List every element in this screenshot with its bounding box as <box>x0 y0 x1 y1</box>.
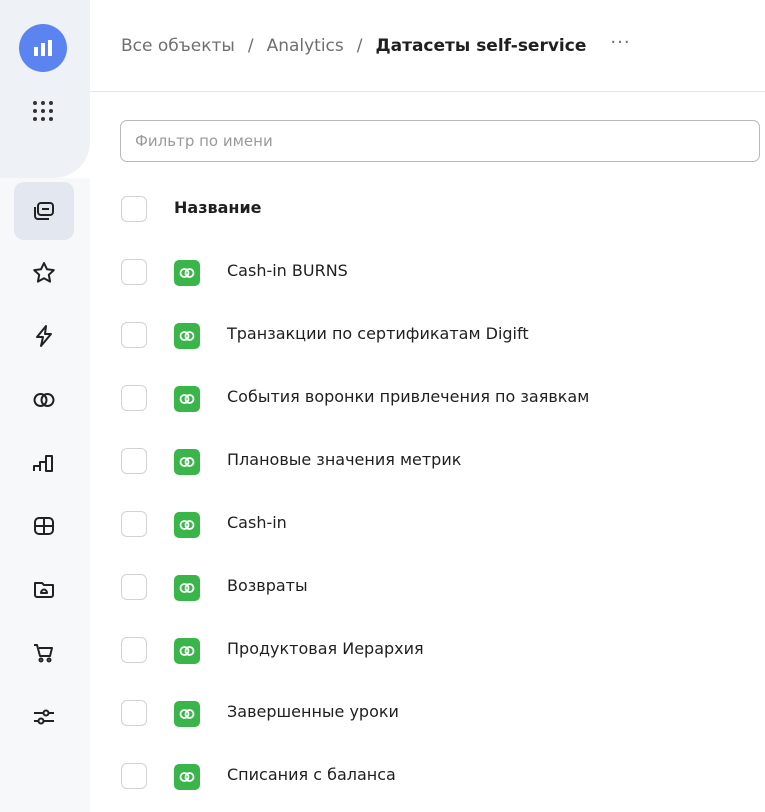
dataset-icon <box>179 709 195 719</box>
list-item[interactable]: Плановые значения метрик <box>90 430 765 493</box>
row-checkbox[interactable] <box>121 259 147 285</box>
sidebar-item-files[interactable] <box>14 560 74 618</box>
dataset-name[interactable]: Возвраты <box>227 576 308 595</box>
cart-icon <box>34 644 53 663</box>
row-checkbox[interactable] <box>121 637 147 663</box>
list-header: Название <box>90 178 765 241</box>
dataset-name[interactable]: События воронки привлечения по заявкам <box>227 387 589 406</box>
star-icon <box>33 262 55 283</box>
sidebar-item-actions[interactable] <box>14 307 74 365</box>
sidebar-item-marketplace[interactable] <box>14 624 74 682</box>
row-checkbox[interactable] <box>121 448 147 474</box>
row-checkbox[interactable] <box>121 322 147 348</box>
dataset-name[interactable]: Списания с баланса <box>227 765 396 784</box>
dataset-icon-badge <box>174 449 200 475</box>
dataset-icon-badge <box>174 701 200 727</box>
dataset-name[interactable]: Продуктовая Иерархия <box>227 639 424 658</box>
bar-chart-icon <box>34 40 52 56</box>
sidebar-item-datasets[interactable] <box>14 371 74 429</box>
dataset-icon <box>179 583 195 593</box>
name-filter-input[interactable] <box>120 120 760 162</box>
settings-sliders-icon <box>34 709 54 725</box>
dataset-icon <box>179 646 195 656</box>
row-checkbox[interactable] <box>121 511 147 537</box>
list-item[interactable]: Cash-in BURNS <box>90 241 765 304</box>
apps-button[interactable] <box>28 96 58 126</box>
dataset-name[interactable]: Cash-in <box>227 513 287 532</box>
dataset-icon-badge <box>174 764 200 790</box>
list-item[interactable]: Транзакции по сертификатам Digift <box>90 304 765 367</box>
breadcrumb-item-analytics[interactable]: Analytics <box>267 36 344 56</box>
row-checkbox[interactable] <box>121 385 147 411</box>
breadcrumb-item-all-objects[interactable]: Все объекты <box>121 36 235 56</box>
row-checkbox[interactable] <box>121 763 147 789</box>
dataset-icon <box>179 394 195 404</box>
dataset-name[interactable]: Транзакции по сертификатам Digift <box>227 324 529 343</box>
dataset-name[interactable]: Завершенные уроки <box>227 702 399 721</box>
dataset-icon <box>179 520 195 530</box>
breadcrumb-separator: / <box>247 36 254 56</box>
column-header-name: Название <box>174 198 262 217</box>
dataset-icon <box>179 457 195 467</box>
more-actions-button[interactable]: ··· <box>610 34 630 52</box>
sidebar <box>0 0 90 812</box>
page-header: Все объекты / Analytics / Датасеты self-… <box>90 0 765 92</box>
dataset-name[interactable]: Cash-in BURNS <box>227 261 348 280</box>
list-item[interactable]: Завершенные уроки <box>90 682 765 745</box>
lightning-icon <box>36 325 52 347</box>
dataset-icon-badge <box>174 575 200 601</box>
dashboard-icon <box>34 517 54 535</box>
dataset-name[interactable]: Плановые значения метрик <box>227 450 461 469</box>
dataset-icon-badge <box>174 512 200 538</box>
logo-button[interactable] <box>19 24 67 72</box>
dataset-list: Название Cash-in BURNS Транзакции по серт… <box>90 178 765 808</box>
list-item[interactable]: События воронки привлечения по заявкам <box>90 367 765 430</box>
select-all-checkbox[interactable] <box>121 196 147 222</box>
dataset-icon-badge <box>174 386 200 412</box>
page-title: Датасеты self-service <box>375 36 587 56</box>
list-item[interactable]: Cash-in <box>90 493 765 556</box>
datasets-icon <box>33 393 55 407</box>
dataset-icon-badge <box>174 638 200 664</box>
sidebar-item-settings[interactable] <box>14 688 74 746</box>
dataset-icon <box>179 268 195 278</box>
sidebar-item-charts[interactable] <box>14 434 74 492</box>
breadcrumb-separator: / <box>356 36 363 56</box>
apps-grid-icon <box>33 101 53 121</box>
sidebar-item-favorites[interactable] <box>14 244 74 302</box>
list-item[interactable]: Возвраты <box>90 556 765 619</box>
dataset-icon-badge <box>174 260 200 286</box>
row-checkbox[interactable] <box>121 700 147 726</box>
breadcrumb: Все объекты / Analytics / Датасеты self-… <box>121 34 631 57</box>
sidebar-item-dashboards[interactable] <box>14 497 74 555</box>
collections-icon <box>34 202 54 220</box>
row-checkbox[interactable] <box>121 574 147 600</box>
sidebar-item-collections[interactable] <box>14 182 74 240</box>
folder-icon <box>34 582 54 598</box>
list-item[interactable]: Списания с баланса <box>90 745 765 808</box>
charts-icon <box>33 455 53 472</box>
list-item[interactable]: Продуктовая Иерархия <box>90 619 765 682</box>
dataset-icon <box>179 331 195 341</box>
dataset-icon-badge <box>174 323 200 349</box>
dataset-icon <box>179 772 195 782</box>
